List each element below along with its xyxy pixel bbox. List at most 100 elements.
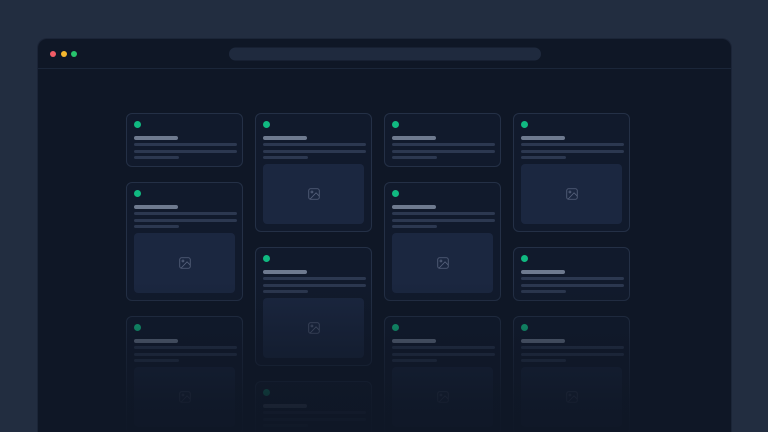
skeleton-title (263, 404, 307, 408)
skeleton-title (521, 136, 565, 140)
skeleton-line (134, 346, 237, 349)
skeleton-line (521, 353, 624, 356)
skeleton-title (263, 270, 307, 274)
image-placeholder (134, 233, 235, 293)
skeleton-line (263, 143, 366, 146)
card[interactable] (126, 182, 243, 301)
skeleton-line (134, 143, 237, 146)
skeleton-line (134, 353, 237, 356)
close-button[interactable] (50, 51, 56, 57)
skeleton-line (263, 150, 366, 153)
skeleton-line (134, 150, 237, 153)
image-icon (565, 390, 579, 404)
status-dot-icon (392, 324, 399, 331)
skeleton-line (263, 277, 366, 280)
status-dot-icon (263, 255, 270, 262)
skeleton-title (521, 339, 565, 343)
image-placeholder (134, 367, 235, 427)
card[interactable] (255, 381, 372, 432)
image-icon (307, 321, 321, 335)
image-placeholder (392, 233, 493, 293)
image-icon (307, 187, 321, 201)
skeleton-line (263, 284, 366, 287)
status-dot-icon (263, 389, 270, 396)
image-placeholder (521, 164, 622, 224)
card[interactable] (255, 247, 372, 366)
card[interactable] (513, 316, 630, 432)
skeleton-line (521, 150, 624, 153)
card-column (513, 113, 630, 432)
status-dot-icon (521, 255, 528, 262)
zoom-button[interactable] (71, 51, 77, 57)
skeleton-line (263, 411, 366, 414)
traffic-lights (50, 51, 77, 57)
url-bar[interactable] (229, 47, 541, 60)
card-column (255, 113, 372, 432)
skeleton-line (392, 150, 495, 153)
image-icon (178, 256, 192, 270)
skeleton-line (521, 290, 566, 293)
card[interactable] (384, 113, 501, 167)
status-dot-icon (521, 324, 528, 331)
status-dot-icon (134, 190, 141, 197)
skeleton-line (392, 212, 495, 215)
status-dot-icon (521, 121, 528, 128)
skeleton-line (134, 212, 237, 215)
image-icon (436, 256, 450, 270)
skeleton-title (392, 339, 436, 343)
minimize-button[interactable] (61, 51, 67, 57)
browser-titlebar (38, 39, 731, 69)
skeleton-line (392, 353, 495, 356)
skeleton-line (521, 284, 624, 287)
card-column (384, 113, 501, 432)
skeleton-title (134, 136, 178, 140)
skeleton-line (392, 156, 437, 159)
skeleton-title (392, 136, 436, 140)
skeleton-title (392, 205, 436, 209)
skeleton-line (134, 225, 179, 228)
status-dot-icon (392, 121, 399, 128)
skeleton-line (392, 219, 495, 222)
skeleton-line (521, 277, 624, 280)
page (0, 0, 768, 432)
skeleton-title (521, 270, 565, 274)
skeleton-line (263, 156, 308, 159)
skeleton-line (392, 359, 437, 362)
skeleton-line (134, 156, 179, 159)
skeleton-title (134, 339, 178, 343)
image-icon (436, 390, 450, 404)
card[interactable] (126, 316, 243, 432)
skeleton-line (134, 219, 237, 222)
status-dot-icon (263, 121, 270, 128)
card-column (126, 113, 243, 432)
image-placeholder (263, 298, 364, 358)
card[interactable] (126, 113, 243, 167)
card[interactable] (255, 113, 372, 232)
status-dot-icon (134, 121, 141, 128)
status-dot-icon (392, 190, 399, 197)
image-placeholder (521, 367, 622, 427)
browser-content (38, 69, 731, 432)
image-icon (178, 390, 192, 404)
browser-window (37, 38, 732, 432)
image-placeholder (392, 367, 493, 427)
status-dot-icon (134, 324, 141, 331)
skeleton-line (392, 143, 495, 146)
card[interactable] (513, 247, 630, 301)
skeleton-title (134, 205, 178, 209)
skeleton-line (521, 143, 624, 146)
card[interactable] (513, 113, 630, 232)
skeleton-line (392, 346, 495, 349)
image-placeholder (263, 164, 364, 224)
card-grid (38, 69, 731, 432)
skeleton-line (521, 359, 566, 362)
skeleton-title (263, 136, 307, 140)
skeleton-line (263, 290, 308, 293)
skeleton-line (263, 424, 308, 427)
image-icon (565, 187, 579, 201)
skeleton-line (521, 346, 624, 349)
skeleton-line (392, 225, 437, 228)
skeleton-line (521, 156, 566, 159)
card[interactable] (384, 316, 501, 432)
card[interactable] (384, 182, 501, 301)
